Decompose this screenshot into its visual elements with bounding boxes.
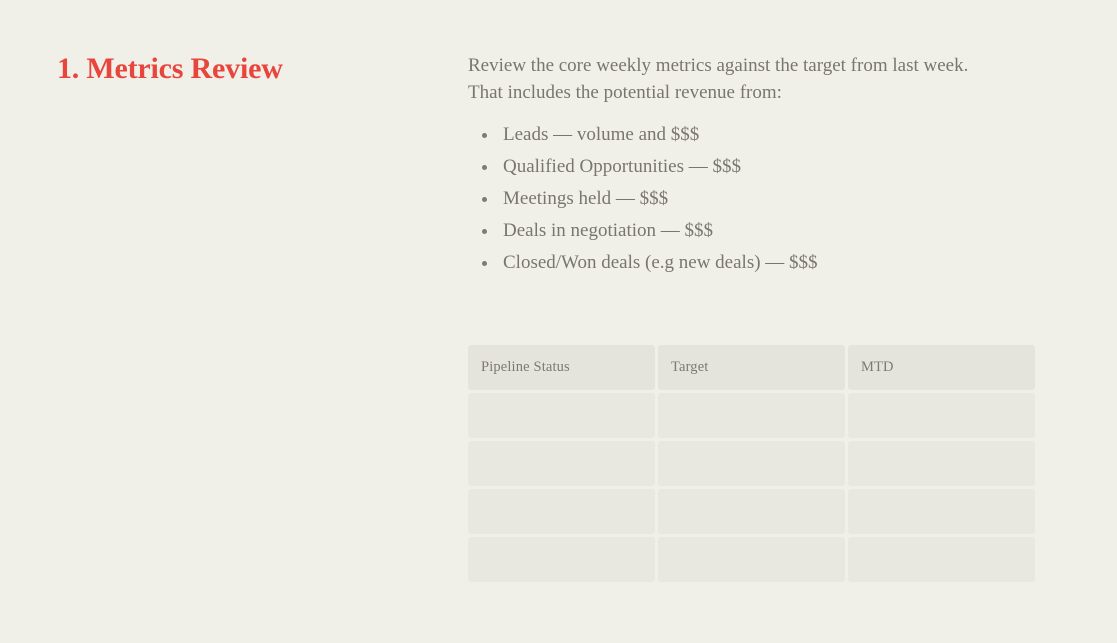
table-cell[interactable] xyxy=(468,393,655,438)
table-cell[interactable] xyxy=(468,489,655,534)
table-row xyxy=(468,441,1035,486)
intro-paragraph: Review the core weekly metrics against t… xyxy=(468,55,969,103)
bullet-dot-icon xyxy=(482,229,487,234)
list-item-label: Leads — volume and $$$ xyxy=(503,124,700,145)
table-row xyxy=(468,393,1035,438)
table-cell[interactable] xyxy=(848,441,1035,486)
bullet-dot-icon xyxy=(482,133,487,138)
table-cell[interactable] xyxy=(658,537,845,582)
list-item: Deals in negotiation — $$$ xyxy=(468,215,1036,247)
table-cell[interactable] xyxy=(468,537,655,582)
bullet-dot-icon xyxy=(482,197,487,202)
table-cell[interactable] xyxy=(658,393,845,438)
metrics-bullet-list: Leads — volume and $$$ Qualified Opportu… xyxy=(468,119,1036,279)
list-item: Qualified Opportunities — $$$ xyxy=(468,151,1036,183)
bullet-dot-icon xyxy=(482,261,487,266)
table-header-cell-mtd[interactable]: MTD xyxy=(848,345,1035,390)
bullet-dot-icon xyxy=(482,165,487,170)
slide-canvas: 1. Metrics Review Review the core weekly… xyxy=(0,0,1117,643)
list-item-label: Closed/Won deals (e.g new deals) — $$$ xyxy=(503,252,818,273)
table-row xyxy=(468,489,1035,534)
list-item: Leads — volume and $$$ xyxy=(468,119,1036,151)
pipeline-status-table: Pipeline Status Target MTD xyxy=(468,345,1035,582)
table-cell[interactable] xyxy=(848,393,1035,438)
column-header-label: Pipeline Status xyxy=(481,359,570,375)
table-cell[interactable] xyxy=(468,441,655,486)
list-item: Meetings held — $$$ xyxy=(468,183,1036,215)
table-cell[interactable] xyxy=(658,489,845,534)
table-cell[interactable] xyxy=(848,537,1035,582)
list-item: Closed/Won deals (e.g new deals) — $$$ xyxy=(468,247,1036,279)
column-header-label: MTD xyxy=(861,359,894,375)
table-cell[interactable] xyxy=(658,441,845,486)
list-item-label: Meetings held — $$$ xyxy=(503,188,669,209)
table-row xyxy=(468,537,1035,582)
list-item-label: Qualified Opportunities — $$$ xyxy=(503,156,741,177)
list-item-label: Deals in negotiation — $$$ xyxy=(503,220,714,241)
table-header-row: Pipeline Status Target MTD xyxy=(468,345,1035,390)
page-title: 1. Metrics Review xyxy=(57,52,283,85)
content-column: Review the core weekly metrics against t… xyxy=(468,52,1036,279)
column-header-label: Target xyxy=(671,359,709,375)
table-header-cell-target[interactable]: Target xyxy=(658,345,845,390)
table-cell[interactable] xyxy=(848,489,1035,534)
table-header-cell-pipeline-status[interactable]: Pipeline Status xyxy=(468,345,655,390)
